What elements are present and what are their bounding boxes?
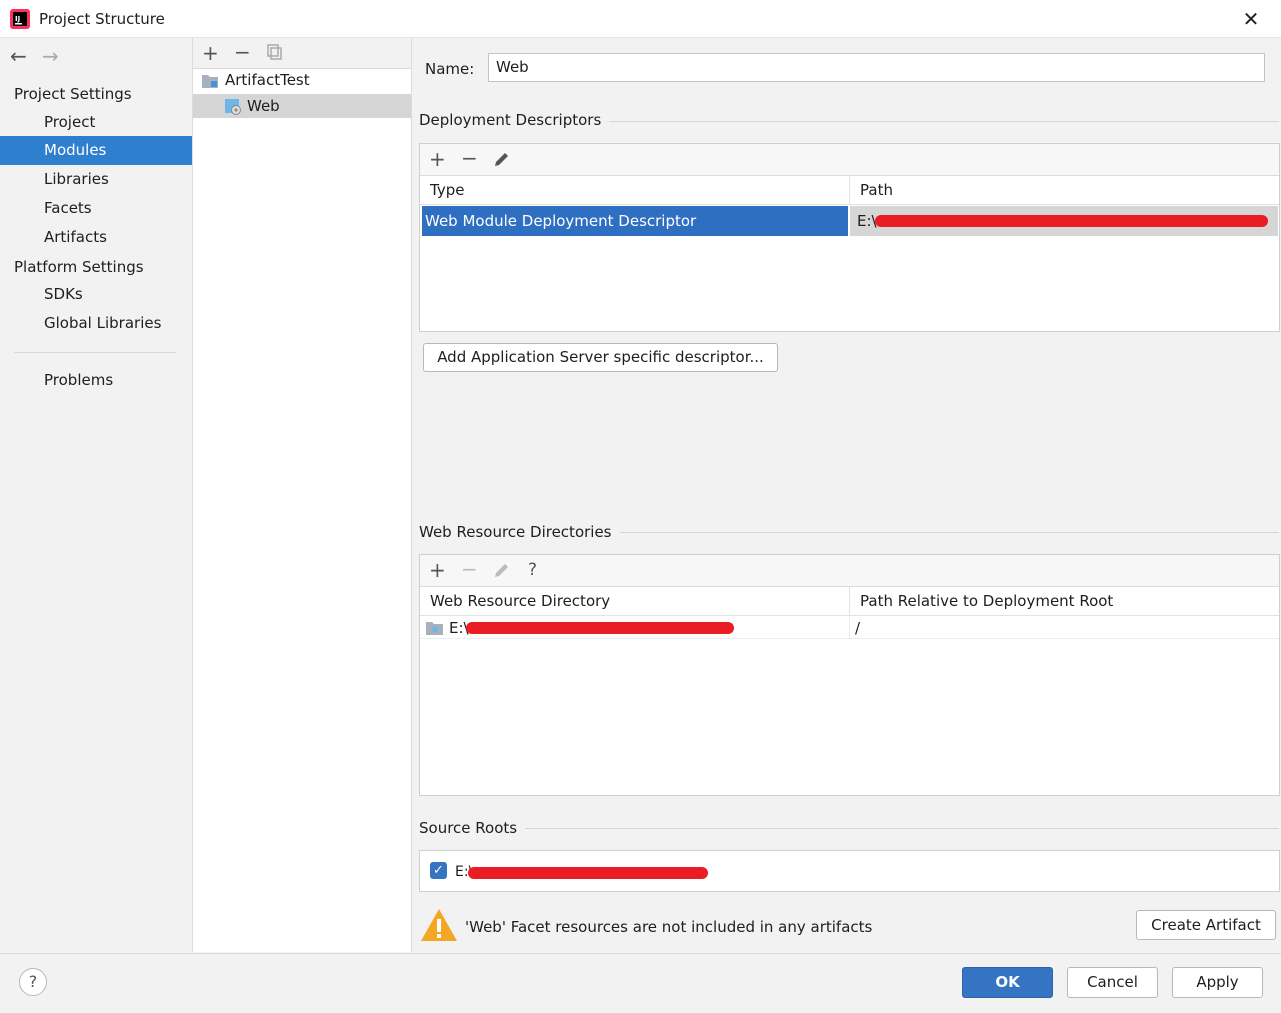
tree-toolbar [193, 38, 411, 69]
add-icon[interactable]: + [429, 149, 446, 169]
web-resource-directories-panel: + − ? Web Resource Directory Path Relati… [419, 554, 1280, 796]
module-folder-icon [202, 75, 218, 88]
wrd-toolbar [420, 555, 1279, 587]
source-roots-title: Source Roots [419, 819, 526, 837]
redaction-mark [875, 215, 1268, 227]
module-tree [193, 38, 412, 952]
intellij-app-icon: IJ [10, 9, 30, 29]
help-question-icon[interactable]: ? [528, 560, 537, 580]
section-divider [419, 828, 1279, 829]
deployment-descriptors-title: Deployment Descriptors [419, 111, 610, 129]
add-icon[interactable]: + [202, 43, 219, 63]
nav-item-artifacts[interactable]: Artifacts [0, 223, 192, 252]
nav-item-facets[interactable]: Facets [0, 194, 192, 223]
column-header-web-resource-directory[interactable]: Web Resource Directory [420, 586, 850, 616]
table-row-type[interactable]: Web Module Deployment Descriptor [422, 206, 848, 236]
nav-item-libraries[interactable]: Libraries [0, 165, 192, 194]
copy-icon[interactable] [267, 44, 283, 60]
source-root-checkbox[interactable]: ✓ [430, 862, 447, 879]
nav-item-project[interactable]: Project [0, 108, 192, 137]
tree-item-artifacttest[interactable]: ArtifactTest [193, 68, 411, 92]
deployment-descriptors-panel: + − Type Path Web Module Deployment Desc… [419, 143, 1280, 332]
dd-toolbar [420, 144, 1279, 176]
close-window-button[interactable]: ✕ [1236, 4, 1266, 34]
back-arrow-icon[interactable]: ← [10, 44, 27, 68]
edit-pencil-icon[interactable] [493, 150, 511, 168]
column-header-type[interactable]: Type [420, 175, 850, 205]
nav-item-sdks[interactable]: SDKs [0, 280, 192, 309]
web-facet-icon [225, 99, 241, 115]
table-row-relative-path[interactable]: / [850, 617, 1279, 639]
ok-button[interactable]: OK [962, 967, 1053, 998]
nav-header-project-settings: Project Settings [14, 85, 132, 103]
forward-arrow-icon[interactable]: → [42, 44, 59, 68]
add-server-descriptor-button[interactable]: Add Application Server specific descript… [423, 343, 778, 372]
name-input[interactable]: Web [488, 53, 1265, 82]
add-icon[interactable]: + [429, 560, 446, 580]
redaction-mark [466, 622, 734, 634]
nav-item-modules[interactable]: Modules [0, 136, 192, 165]
help-button[interactable]: ? [19, 968, 47, 996]
window-title: Project Structure [39, 10, 165, 28]
nav-item-global-libraries[interactable]: Global Libraries [0, 309, 192, 338]
nav-item-problems[interactable]: Problems [0, 366, 192, 395]
web-folder-icon [426, 622, 443, 635]
title-bar [0, 0, 1281, 38]
edit-pencil-icon[interactable] [493, 561, 511, 579]
nav-header-platform-settings: Platform Settings [14, 258, 144, 276]
nav-divider [14, 352, 176, 353]
remove-icon[interactable]: − [234, 42, 251, 62]
tree-item-web[interactable]: Web [193, 94, 411, 118]
cancel-button[interactable]: Cancel [1067, 967, 1158, 998]
name-label: Name: [425, 60, 475, 78]
create-artifact-button[interactable]: Create Artifact [1136, 910, 1276, 940]
svg-text:IJ: IJ [15, 15, 20, 23]
warning-message: 'Web' Facet resources are not included i… [465, 918, 873, 936]
redaction-mark [468, 867, 708, 879]
apply-button[interactable]: Apply [1172, 967, 1263, 998]
remove-icon[interactable]: − [461, 559, 478, 579]
close-icon: ✕ [1242, 7, 1260, 31]
remove-icon[interactable]: − [461, 148, 478, 168]
warning-icon [421, 909, 457, 941]
column-header-path-relative[interactable]: Path Relative to Deployment Root [850, 586, 1279, 616]
column-header-path[interactable]: Path [850, 175, 1279, 205]
web-resource-directories-title: Web Resource Directories [419, 523, 620, 541]
